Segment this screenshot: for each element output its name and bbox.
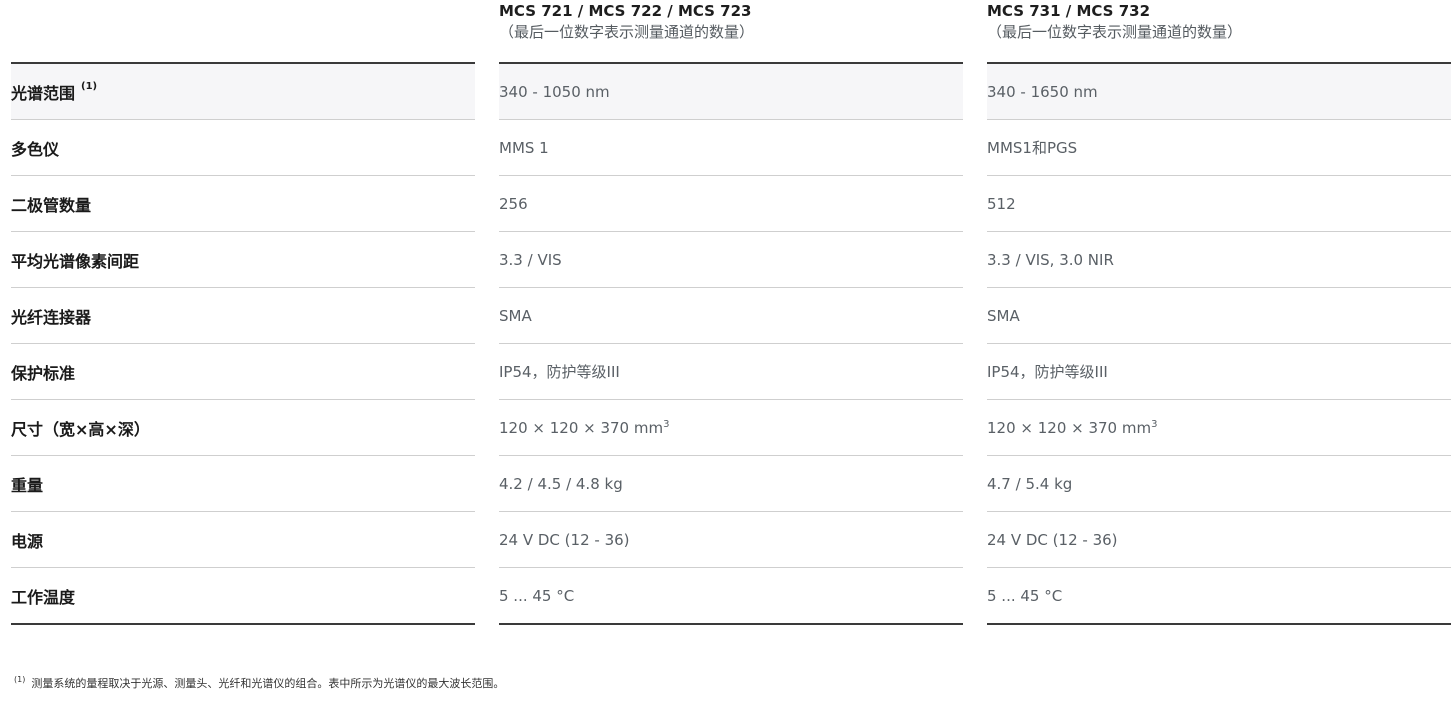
spec-value: 512	[987, 194, 1016, 213]
table-row: 尺寸（宽×高×深）	[11, 400, 475, 456]
spec-value: 4.7 / 5.4 kg	[987, 474, 1073, 493]
table-row: 多色仪	[11, 120, 475, 176]
column-model-note: （最后一位数字表示测量通道的数量）	[987, 23, 1243, 41]
column-header-mcs-73x: MCS 731 / MCS 732 （最后一位数字表示测量通道的数量）	[987, 0, 1242, 62]
table-row: 平均光谱像素间距	[11, 232, 475, 288]
spec-value: 5 ... 45 °C	[499, 586, 575, 605]
table-row: 340 - 1050 nm	[499, 64, 963, 120]
spec-label: 尺寸（宽×高×深）	[11, 419, 150, 439]
table-row: 512	[987, 176, 1451, 232]
table-row: 3.3 / VIS, 3.0 NIR	[987, 232, 1451, 288]
spec-values-mcs-73x: 340 - 1650 nm MMS1和PGS 512 3.3 / VIS, 3.…	[987, 62, 1451, 625]
spec-label: 光纤连接器	[11, 307, 92, 327]
table-row: 120 × 120 × 370 mm3	[987, 400, 1451, 456]
superscript: 3	[663, 418, 670, 430]
table-row: 24 V DC (12 - 36)	[987, 512, 1451, 568]
table-row: SMA	[499, 288, 963, 344]
spec-value: 3.3 / VIS	[499, 250, 562, 269]
spec-values-mcs-72x: 340 - 1050 nm MMS 1 256 3.3 / VIS SMA IP…	[499, 62, 963, 625]
column-header-mcs-72x: MCS 721 / MCS 722 / MCS 723 （最后一位数字表示测量通…	[499, 0, 754, 62]
table-row: 5 ... 45 °C	[987, 568, 1451, 623]
spec-label: 电源	[11, 531, 44, 551]
column-model-title: MCS 721 / MCS 722 / MCS 723	[499, 2, 752, 20]
table-row: 340 - 1650 nm	[987, 64, 1451, 120]
table-row: 24 V DC (12 - 36)	[499, 512, 963, 568]
table-row: 4.7 / 5.4 kg	[987, 456, 1451, 512]
footnote-mark: (1)	[14, 675, 26, 685]
spec-label: 多色仪	[11, 139, 60, 159]
table-row: SMA	[987, 288, 1451, 344]
table-row: 二极管数量	[11, 176, 475, 232]
spec-value: MMS 1	[499, 138, 549, 157]
table-row: MMS1和PGS	[987, 120, 1451, 176]
spec-value: 340 - 1050 nm	[499, 82, 610, 101]
table-row: 3.3 / VIS	[499, 232, 963, 288]
spec-label: 平均光谱像素间距	[11, 251, 140, 271]
spec-value: IP54，防护等级III	[987, 363, 1108, 381]
spec-label: 工作温度	[11, 587, 76, 607]
table-row: 保护标准	[11, 344, 475, 400]
spec-value: 256	[499, 194, 528, 213]
spec-value: MMS1和PGS	[987, 139, 1078, 157]
spec-label: 重量	[11, 475, 44, 495]
table-row: 光谱范围 (1)	[11, 64, 475, 120]
spec-value: 24 V DC (12 - 36)	[987, 530, 1118, 549]
table-row: 5 ... 45 °C	[499, 568, 963, 623]
table-row: 256	[499, 176, 963, 232]
table-row: IP54，防护等级III	[499, 344, 963, 400]
spec-value: 24 V DC (12 - 36)	[499, 530, 630, 549]
spec-value: SMA	[499, 306, 532, 325]
spec-label: 光谱范围 (1)	[11, 81, 98, 103]
superscript: 3	[1151, 418, 1158, 430]
spec-label: 二极管数量	[11, 195, 92, 215]
spec-label: 保护标准	[11, 363, 76, 383]
spec-label-column: 光谱范围 (1) 多色仪 二极管数量 平均光谱像素间距 光纤连接器 保护标准 尺寸…	[11, 62, 475, 625]
spec-value: 3.3 / VIS, 3.0 NIR	[987, 250, 1114, 269]
column-model-title: MCS 731 / MCS 732	[987, 2, 1151, 20]
table-row: 120 × 120 × 370 mm3	[499, 400, 963, 456]
table-row: 4.2 / 4.5 / 4.8 kg	[499, 456, 963, 512]
table-row: 重量	[11, 456, 475, 512]
footnote: (1) 测量系统的量程取决于光源、测量头、光纤和光谱仪的组合。表中所示为光谱仪的最…	[14, 675, 504, 691]
footnote-mark: (1)	[81, 81, 98, 93]
column-model-note: （最后一位数字表示测量通道的数量）	[499, 23, 755, 41]
table-row: 光纤连接器	[11, 288, 475, 344]
spec-value: IP54，防护等级III	[499, 363, 620, 381]
table-row: IP54，防护等级III	[987, 344, 1451, 400]
footnote-text: 测量系统的量程取决于光源、测量头、光纤和光谱仪的组合。表中所示为光谱仪的最大波长…	[31, 677, 505, 690]
spec-value: 5 ... 45 °C	[987, 586, 1063, 605]
spec-value: 120 × 120 × 370 mm3	[499, 418, 670, 437]
table-row: 工作温度	[11, 568, 475, 623]
spec-value: 120 × 120 × 370 mm3	[987, 418, 1158, 437]
spec-value: 340 - 1650 nm	[987, 82, 1098, 101]
spec-value: SMA	[987, 306, 1020, 325]
table-row: MMS 1	[499, 120, 963, 176]
table-row: 电源	[11, 512, 475, 568]
spec-value: 4.2 / 4.5 / 4.8 kg	[499, 474, 623, 493]
